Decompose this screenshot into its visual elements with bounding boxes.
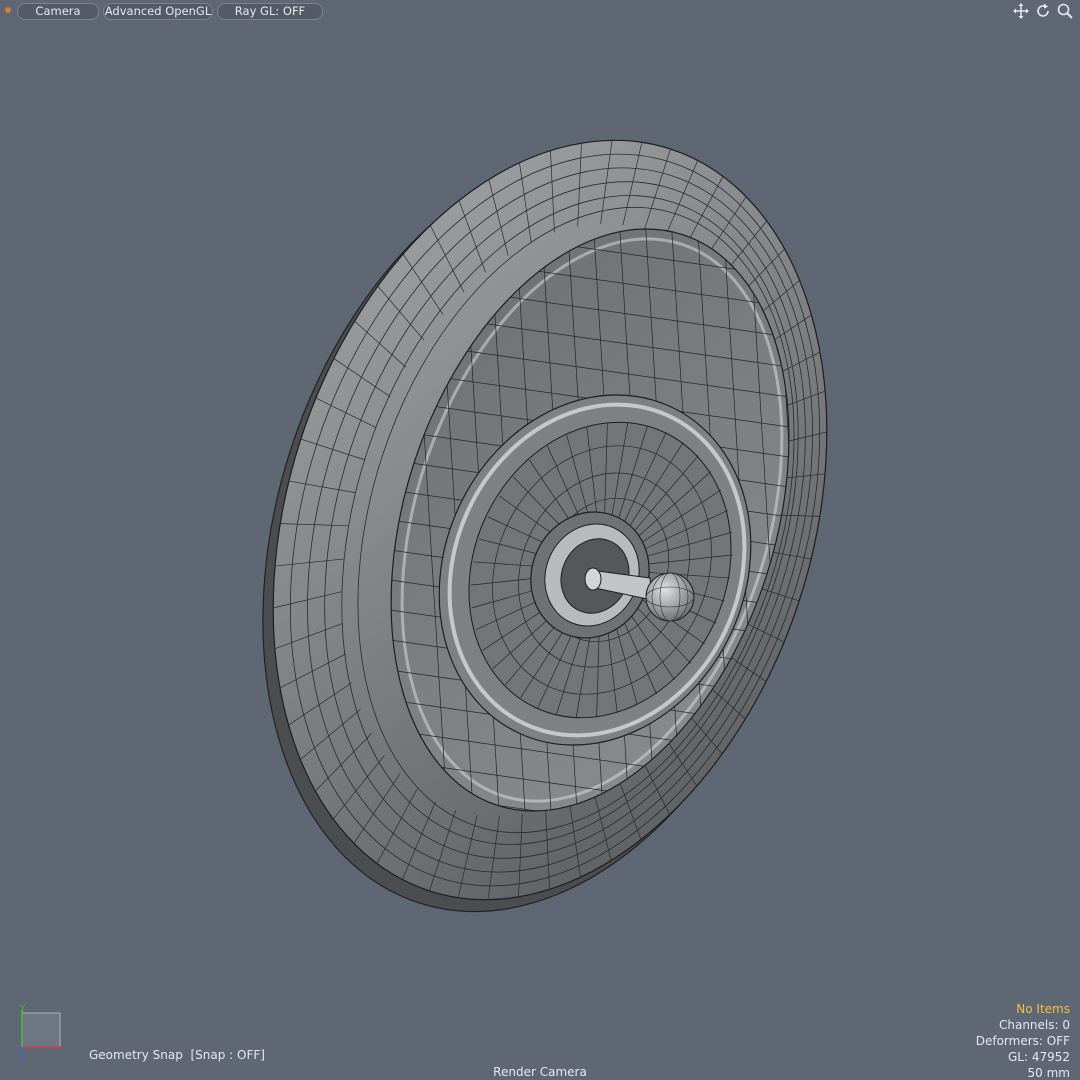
- focal-length: 50 mm: [1027, 1066, 1070, 1080]
- camera-button[interactable]: Camera: [17, 3, 99, 20]
- geometry-snap-status[interactable]: Geometry Snap [Snap : OFF]: [89, 1048, 265, 1062]
- viewport-nav-icons: [1012, 2, 1074, 20]
- axis-gizmo: Y: [19, 1004, 62, 1062]
- 3d-viewport[interactable]: Camera Advanced OpenGL Ray GL: OFF Y Geo…: [0, 0, 1080, 1080]
- rotate-icon[interactable]: [1034, 2, 1052, 20]
- deformers-status: Deformers: OFF: [975, 1034, 1070, 1048]
- zoom-icon[interactable]: [1056, 2, 1074, 20]
- ray-gl-button[interactable]: Ray GL: OFF: [217, 3, 323, 20]
- viewport-menu-dot[interactable]: [5, 7, 11, 13]
- opengl-mode-button[interactable]: Advanced OpenGL: [103, 3, 213, 20]
- viewport-stats: No Items Channels: 0 Deformers: OFF GL: …: [976, 1001, 1070, 1080]
- gl-count: GL: 47952: [1007, 1050, 1070, 1064]
- items-status: No Items: [1016, 1002, 1070, 1016]
- switch-plate-model[interactable]: [250, 100, 850, 940]
- camera-name: Render Camera: [493, 1065, 587, 1079]
- axis-y-label: Y: [19, 1004, 26, 1014]
- channels-status: Channels: 0: [998, 1018, 1070, 1032]
- viewport-toolbar: Camera Advanced OpenGL Ray GL: OFF: [0, 0, 1080, 22]
- move-icon[interactable]: [1012, 2, 1030, 20]
